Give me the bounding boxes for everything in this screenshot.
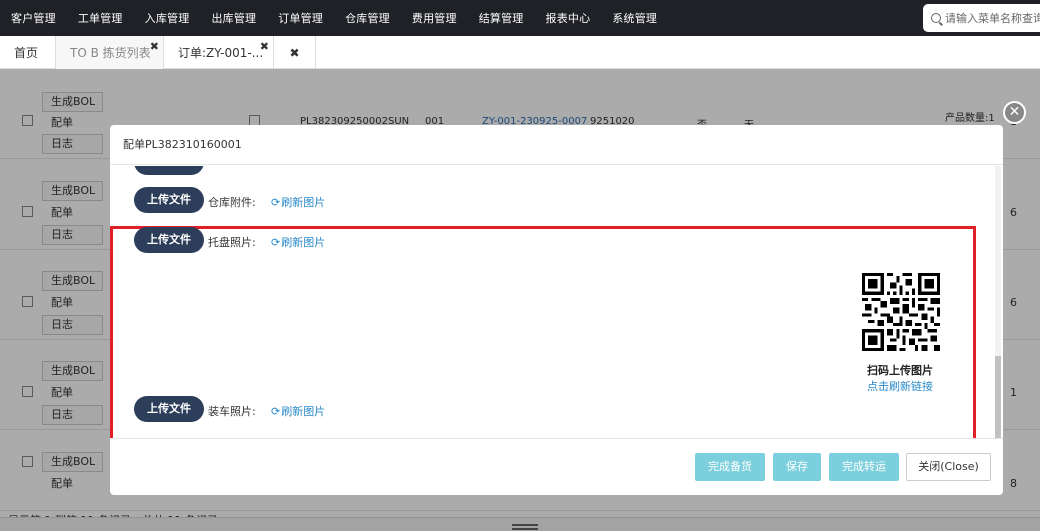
- upload-file-button-hidden[interactable]: [134, 166, 204, 175]
- modal-title: 配单PL382310160001: [110, 125, 1003, 165]
- pallet-photo-label: 托盘照片:: [208, 236, 256, 249]
- tab-label: TO B 拣货列表: [70, 46, 151, 60]
- refresh-icon: ⟳: [271, 195, 281, 209]
- menu-item-fees[interactable]: 费用管理: [401, 10, 468, 26]
- qr-code-icon: [862, 273, 940, 351]
- qr-title: 扫码上传图片: [867, 364, 933, 377]
- main-menu: 客户管理 工单管理 入库管理 出库管理 订单管理 仓库管理 费用管理 结算管理 …: [0, 0, 668, 36]
- menu-item-reports[interactable]: 报表中心: [535, 10, 602, 26]
- complete-stocking-button[interactable]: 完成备货: [695, 453, 765, 481]
- upload-pallet-photo-button[interactable]: 上传文件: [134, 227, 204, 253]
- close-all-icon[interactable]: ✖: [289, 46, 299, 60]
- modal-close-icon[interactable]: ✕: [1003, 101, 1026, 124]
- menu-item-customer[interactable]: 客户管理: [0, 10, 67, 26]
- refresh-icon: ⟳: [271, 235, 281, 249]
- modal-scrollbar[interactable]: [995, 166, 1001, 438]
- complete-transfer-button[interactable]: 完成转运: [829, 453, 899, 481]
- tab-bar: 首页 TO B 拣货列表 ✖ 订单:ZY-001-... ✖ ✖: [0, 36, 1040, 69]
- refresh-label: 刷新图片: [281, 196, 326, 209]
- modal-body: 上传文件 仓库附件: ⟳ 刷新图片 上传文件 托盘照片: ⟳ 刷新图片 扫码上传…: [110, 166, 1003, 438]
- close-icon[interactable]: ✖: [150, 40, 159, 53]
- modal-footer: 完成备货 保存 完成转运 关闭(Close): [110, 438, 1003, 495]
- menu-search-input[interactable]: [945, 11, 1040, 25]
- refresh-loading-images[interactable]: ⟳ 刷新图片: [271, 403, 325, 419]
- tab-order[interactable]: 订单:ZY-001-... ✖: [164, 36, 274, 69]
- refresh-icon: ⟳: [271, 404, 281, 418]
- assign-modal: 配单PL382310160001 上传文件 仓库附件: ⟳ 刷新图片 上传文件 …: [110, 125, 1003, 495]
- refresh-pallet-images[interactable]: ⟳ 刷新图片: [271, 234, 325, 250]
- scrollbar-thumb[interactable]: [995, 356, 1001, 438]
- search-icon: [931, 13, 941, 23]
- refresh-label: 刷新图片: [281, 236, 326, 249]
- tab-home[interactable]: 首页: [0, 36, 56, 69]
- menu-item-workorder[interactable]: 工单管理: [67, 10, 134, 26]
- menu-item-inbound[interactable]: 入库管理: [134, 10, 201, 26]
- close-icon[interactable]: ✖: [260, 40, 269, 53]
- tab-tob-picking-list[interactable]: TO B 拣货列表 ✖: [56, 36, 164, 69]
- refresh-qr-link[interactable]: 点击刷新链接: [830, 378, 970, 394]
- tab-label: 订单:ZY-001-...: [178, 46, 264, 60]
- upload-loading-photo-button[interactable]: 上传文件: [134, 396, 204, 422]
- tab-close-all[interactable]: ✖: [274, 36, 316, 69]
- refresh-warehouse-images[interactable]: ⟳ 刷新图片: [271, 194, 325, 210]
- top-nav: 客户管理 工单管理 入库管理 出库管理 订单管理 仓库管理 费用管理 结算管理 …: [0, 0, 1040, 36]
- menu-item-system[interactable]: 系统管理: [601, 10, 668, 26]
- close-button[interactable]: 关闭(Close): [906, 453, 991, 481]
- menu-item-outbound[interactable]: 出库管理: [200, 10, 267, 26]
- upload-warehouse-attachment-button[interactable]: 上传文件: [134, 187, 204, 213]
- save-button[interactable]: 保存: [773, 453, 821, 481]
- tab-label: 首页: [14, 46, 39, 60]
- menu-item-warehouse[interactable]: 仓库管理: [334, 10, 401, 26]
- refresh-label: 刷新图片: [281, 405, 326, 418]
- menu-item-settlement[interactable]: 结算管理: [468, 10, 535, 26]
- warehouse-attachment-label: 仓库附件:: [208, 196, 256, 209]
- menu-item-order[interactable]: 订单管理: [267, 10, 334, 26]
- loading-photo-label: 装车照片:: [208, 405, 256, 418]
- menu-search: [923, 4, 1040, 32]
